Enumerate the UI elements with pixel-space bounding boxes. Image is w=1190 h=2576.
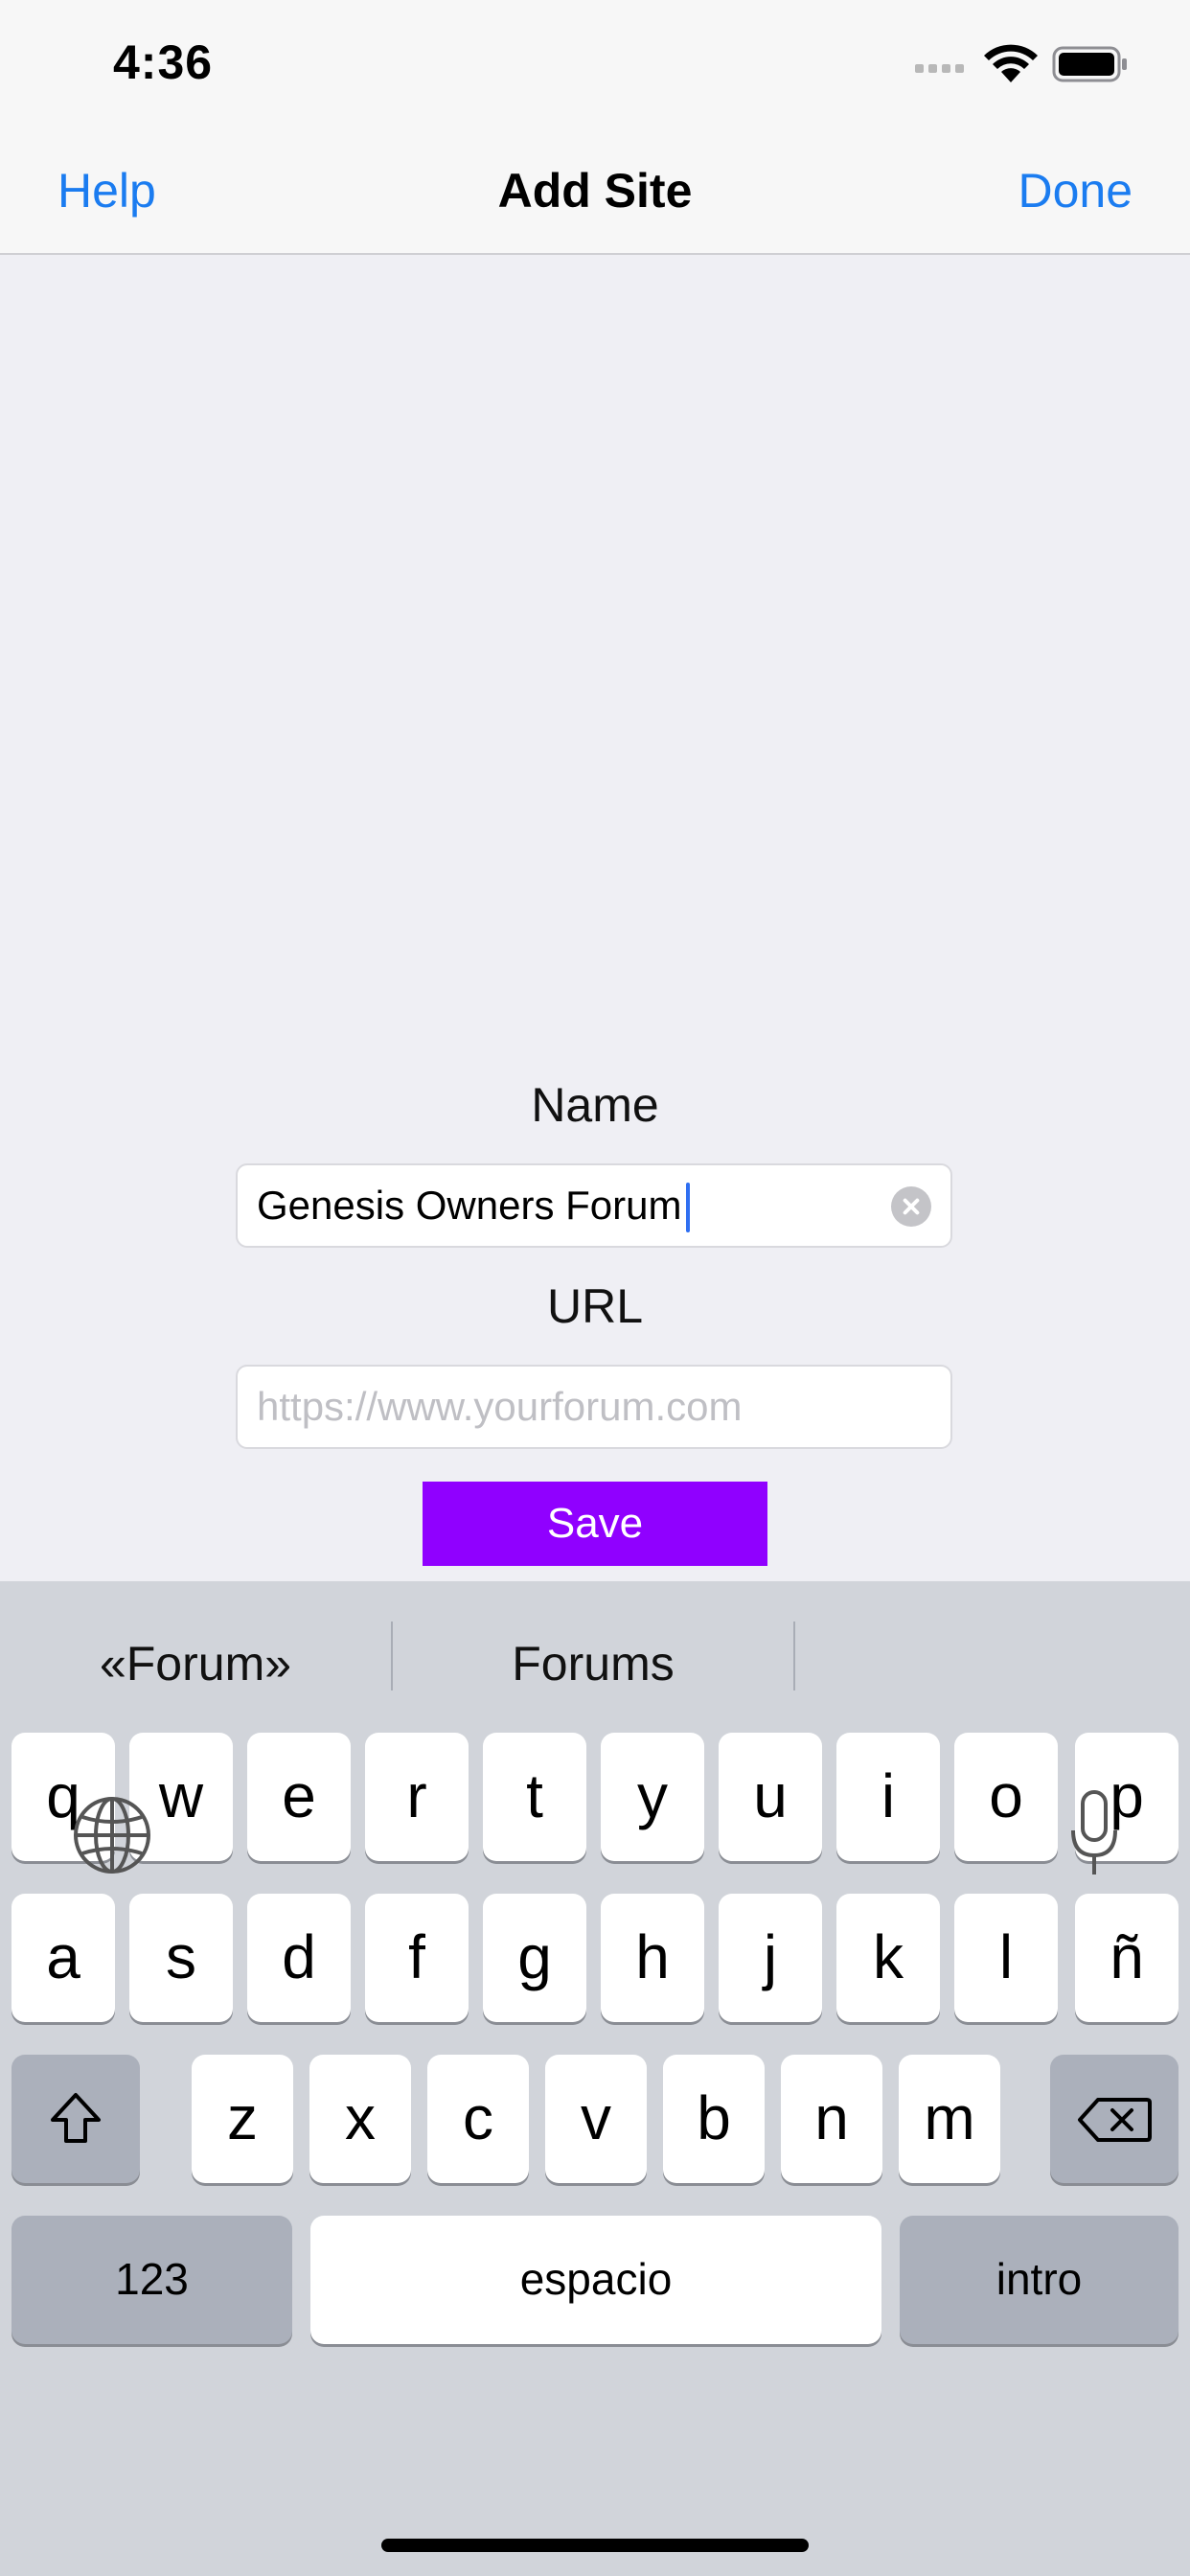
key-g[interactable]: g — [483, 1894, 586, 2022]
return-key[interactable]: intro — [900, 2216, 1179, 2344]
page-title: Add Site — [497, 164, 693, 218]
microphone-icon[interactable] — [1067, 1788, 1121, 1878]
key-o[interactable]: o — [954, 1733, 1058, 1861]
delete-icon — [1078, 2098, 1152, 2142]
text-caret — [686, 1183, 690, 1232]
space-key[interactable]: espacio — [310, 2216, 881, 2344]
key-i[interactable]: i — [836, 1733, 940, 1861]
delete-key[interactable] — [1050, 2055, 1179, 2183]
key-s[interactable]: s — [129, 1894, 233, 2022]
url-input[interactable] — [257, 1367, 889, 1447]
shift-key[interactable] — [11, 2055, 140, 2183]
home-indicator — [381, 2539, 809, 2552]
key-t[interactable]: t — [483, 1733, 586, 1861]
battery-icon — [1052, 46, 1127, 82]
key-d[interactable]: d — [247, 1894, 351, 2022]
key-m[interactable]: m — [899, 2055, 1000, 2183]
key-n[interactable]: n — [781, 2055, 882, 2183]
key-c[interactable]: c — [427, 2055, 529, 2183]
done-button[interactable]: Done — [1018, 163, 1133, 218]
key-z[interactable]: z — [192, 2055, 293, 2183]
navigation-bar: Help Add Site Done — [0, 126, 1190, 255]
key-n-tilde[interactable]: ñ — [1075, 1894, 1179, 2022]
status-bar: 4:36 — [0, 0, 1190, 126]
key-b[interactable]: b — [663, 2055, 765, 2183]
save-button[interactable]: Save — [423, 1482, 767, 1566]
signal-icon — [915, 59, 973, 79]
suggestion-3[interactable] — [795, 1616, 1190, 1712]
name-field[interactable] — [236, 1163, 952, 1248]
suggestion-2[interactable]: Forums — [393, 1616, 793, 1712]
key-j[interactable]: j — [719, 1894, 822, 2022]
status-time: 4:36 — [113, 35, 214, 89]
key-x[interactable]: x — [309, 2055, 411, 2183]
key-u[interactable]: u — [719, 1733, 822, 1861]
key-a[interactable]: a — [11, 1894, 115, 2022]
name-input[interactable] — [257, 1165, 889, 1246]
key-y[interactable]: y — [601, 1733, 704, 1861]
key-v[interactable]: v — [545, 2055, 647, 2183]
suggestion-1[interactable]: «Forum» — [0, 1616, 391, 1712]
key-k[interactable]: k — [836, 1894, 940, 2022]
key-r[interactable]: r — [365, 1733, 469, 1861]
url-label: URL — [546, 1279, 644, 1333]
name-label: Name — [531, 1078, 659, 1132]
key-f[interactable]: f — [365, 1894, 469, 2022]
key-h[interactable]: h — [601, 1894, 704, 2022]
globe-icon[interactable] — [71, 1794, 153, 1876]
clear-icon[interactable] — [891, 1186, 931, 1227]
wifi-icon — [984, 44, 1038, 82]
url-field[interactable] — [236, 1365, 952, 1449]
numbers-key[interactable]: 123 — [11, 2216, 292, 2344]
key-e[interactable]: e — [247, 1733, 351, 1861]
shift-icon — [51, 2093, 101, 2143]
key-l[interactable]: l — [954, 1894, 1058, 2022]
